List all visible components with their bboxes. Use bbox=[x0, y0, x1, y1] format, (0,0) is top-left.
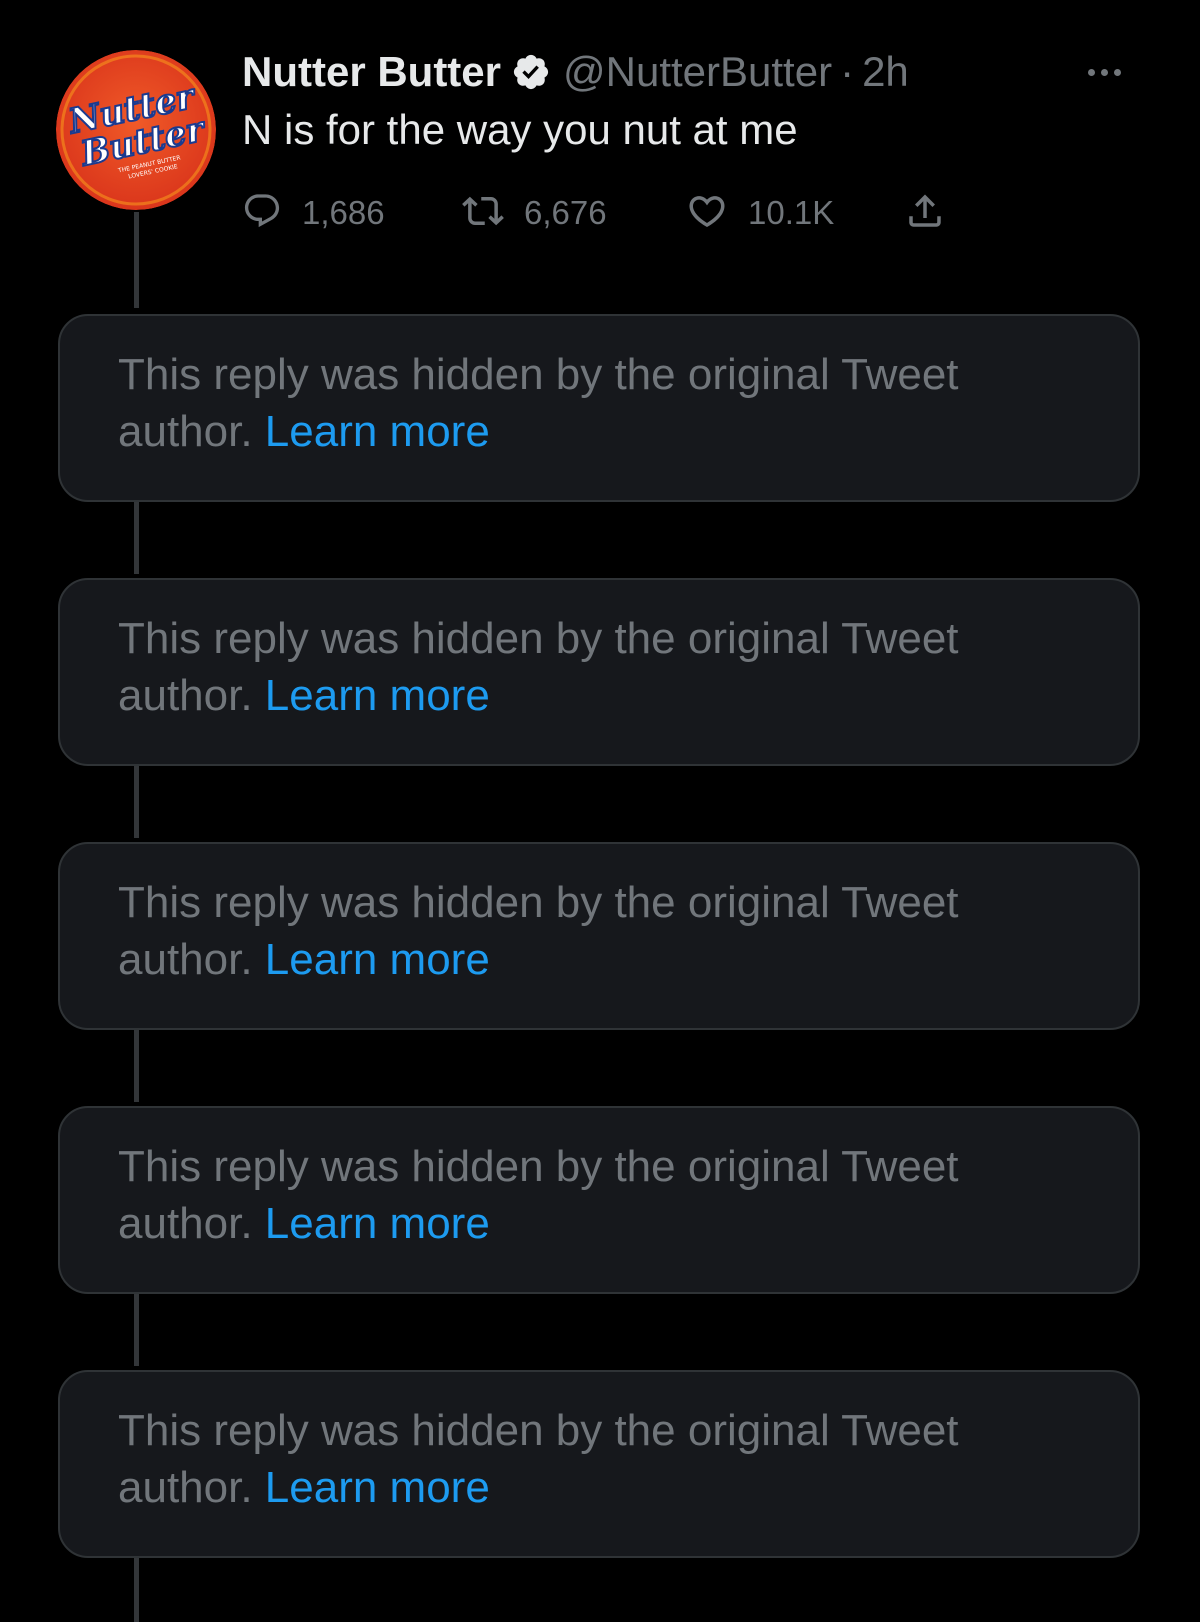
thread-line bbox=[134, 1294, 139, 1366]
learn-more-link[interactable]: Learn more bbox=[265, 1199, 490, 1248]
hidden-reply-card: This reply was hidden by the original Tw… bbox=[58, 578, 1140, 766]
hidden-reply-text: This reply was hidden by the original Tw… bbox=[118, 610, 1058, 724]
hidden-reply-message: This reply was hidden by the original Tw… bbox=[118, 1406, 959, 1512]
learn-more-link[interactable]: Learn more bbox=[265, 1463, 490, 1512]
retweet-icon bbox=[462, 190, 504, 237]
hidden-reply-message: This reply was hidden by the original Tw… bbox=[118, 1142, 959, 1248]
hidden-reply-text: This reply was hidden by the original Tw… bbox=[118, 346, 1058, 460]
share-button[interactable] bbox=[904, 188, 946, 238]
heart-icon bbox=[686, 190, 728, 237]
hidden-reply-message: This reply was hidden by the original Tw… bbox=[118, 614, 959, 720]
thread-line bbox=[134, 1030, 139, 1102]
separator-dot: · bbox=[840, 48, 855, 95]
hidden-reply-card: This reply was hidden by the original Tw… bbox=[58, 1106, 1140, 1294]
hidden-reply-card: This reply was hidden by the original Tw… bbox=[58, 1370, 1140, 1558]
retweet-count: 6,676 bbox=[524, 194, 607, 231]
thread-line bbox=[134, 212, 139, 308]
reply-button[interactable]: 1,686 bbox=[242, 188, 385, 238]
tweet-header: Nutter Butter @NutterButter · 2h bbox=[242, 42, 909, 102]
like-button[interactable]: 10.1K bbox=[686, 188, 834, 238]
tweet-text: N is for the way you nut at me bbox=[242, 106, 798, 153]
learn-more-link[interactable]: Learn more bbox=[265, 935, 490, 984]
thread-line bbox=[134, 766, 139, 838]
hidden-reply-message: This reply was hidden by the original Tw… bbox=[118, 350, 959, 456]
avatar[interactable]: Nutter Butter THE PEANUT BUTTER LOVERS' … bbox=[56, 50, 216, 210]
hidden-reply-card: This reply was hidden by the original Tw… bbox=[58, 842, 1140, 1030]
reply-count: 1,686 bbox=[302, 194, 385, 231]
thread-line bbox=[134, 502, 139, 574]
retweet-button[interactable]: 6,676 bbox=[462, 188, 607, 238]
like-count: 10.1K bbox=[748, 194, 835, 231]
verified-badge-icon bbox=[511, 52, 551, 92]
tweet-actions: 1,686 6,676 10.1K bbox=[242, 188, 1002, 238]
learn-more-link[interactable]: Learn more bbox=[265, 671, 490, 720]
reply-bubble-icon bbox=[242, 191, 282, 236]
handle[interactable]: @NutterButter bbox=[563, 48, 832, 96]
more-dots-icon[interactable] bbox=[1064, 52, 1144, 92]
hidden-reply-text: This reply was hidden by the original Tw… bbox=[118, 1138, 1058, 1252]
learn-more-link[interactable]: Learn more bbox=[265, 407, 490, 456]
hidden-reply-card: This reply was hidden by the original Tw… bbox=[58, 314, 1140, 502]
hidden-reply-text: This reply was hidden by the original Tw… bbox=[118, 874, 1058, 988]
display-name[interactable]: Nutter Butter bbox=[242, 48, 501, 96]
hidden-reply-message: This reply was hidden by the original Tw… bbox=[118, 878, 959, 984]
timestamp[interactable]: 2h bbox=[862, 48, 909, 96]
hidden-reply-text: This reply was hidden by the original Tw… bbox=[118, 1402, 1058, 1516]
nutter-butter-logo: Nutter Butter THE PEANUT BUTTER LOVERS' … bbox=[56, 50, 216, 210]
share-upload-icon bbox=[904, 190, 946, 237]
thread-line bbox=[134, 1558, 139, 1622]
